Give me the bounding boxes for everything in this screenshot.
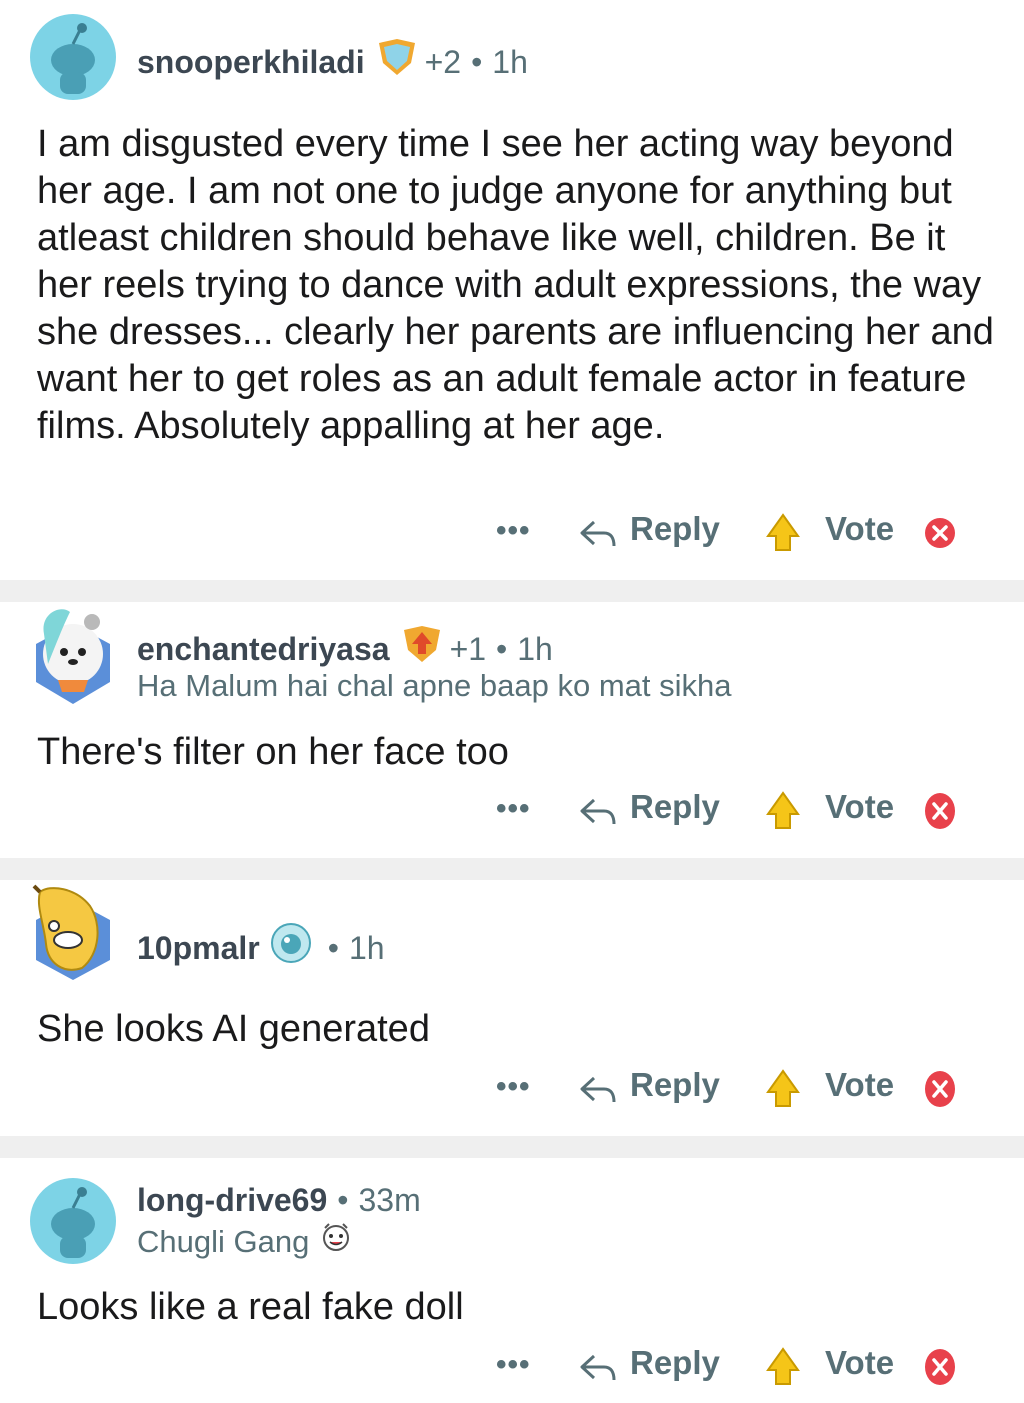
user-flair: Ha Malum hai chal apne baap ko mat sikha [137,668,732,703]
user-flair: Chugli Gang [137,1220,359,1264]
reply-icon[interactable] [578,792,618,832]
upvote-icon[interactable] [762,1346,804,1388]
comment-meta: long-drive69 • 33m [137,1180,421,1220]
cartoon-dog-avatar-icon [36,609,110,704]
username[interactable]: enchantedriyasa [137,629,390,669]
avatar[interactable] [30,884,116,980]
snoo-avatar-icon [30,14,116,100]
comment-body: She looks AI generated [37,1008,430,1050]
more-options-button[interactable]: ••• [496,514,531,548]
comment-body: There's filter on her face too [37,731,509,773]
reply-button[interactable]: Reply [630,510,720,548]
user-flair-text: Chugli Gang [137,1224,310,1259]
snoo-avatar-icon [30,1178,116,1264]
avatar[interactable] [30,1178,116,1264]
separator-dot: • [496,630,508,667]
reply-icon[interactable] [578,514,618,554]
reply-button[interactable]: Reply [630,1344,720,1382]
more-options-button[interactable]: ••• [496,1070,531,1104]
banana-avatar-icon [32,884,110,980]
comment-actions: ••• Reply Vote [0,1064,1024,1114]
reply-icon[interactable] [578,1070,618,1110]
comment-actions: ••• Reply Vote [0,508,1024,558]
separator-dot: • [471,43,483,80]
timestamp: 1h [348,929,385,966]
avatar[interactable] [30,14,116,100]
comment-separator [0,1136,1024,1158]
comment: snooperkhiladi +2 • 1h I am disgusted ev… [0,0,1024,580]
comment-meta: 10pmalr • 1h [137,922,385,973]
score: +1 [449,630,487,667]
downvote-icon[interactable] [922,1068,958,1110]
comment: enchantedriyasa +1 • 1h Ha Malum hai cha… [0,602,1024,858]
comment-actions: ••• Reply Vote [0,786,1024,836]
reply-button[interactable]: Reply [630,788,720,826]
reply-icon[interactable] [578,1348,618,1388]
vote-button[interactable]: Vote [825,1344,894,1382]
more-options-button[interactable]: ••• [496,1348,531,1382]
achievement-badge-icon [270,922,312,973]
comment: 10pmalr • 1h She looks AI generated ••• … [0,880,1024,1136]
achievement-badge-icon [375,37,419,86]
comment-separator [0,858,1024,880]
upvote-icon[interactable] [762,790,804,832]
comment: long-drive69 • 33m Chugli Gang Looks lik… [0,1158,1024,1403]
comment-separator [0,580,1024,602]
timestamp: 1h [492,43,528,80]
vote-button[interactable]: Vote [825,1066,894,1104]
flair-emoji-icon [319,1220,353,1264]
vote-button[interactable]: Vote [825,788,894,826]
downvote-icon[interactable] [922,1346,958,1388]
comment-actions: ••• Reply Vote [0,1342,1024,1392]
downvote-icon[interactable] [922,790,958,832]
score: +2 [424,43,462,80]
username[interactable]: snooperkhiladi [137,42,365,82]
separator-dot: • [327,929,339,966]
timestamp: 33m [358,1182,421,1218]
separator-dot: • [337,1182,349,1218]
upvote-icon[interactable] [762,512,804,554]
timestamp: 1h [517,630,553,667]
comment-meta: snooperkhiladi +2 • 1h [137,37,528,86]
avatar[interactable] [30,604,116,704]
username[interactable]: 10pmalr [137,928,260,968]
comment-body: Looks like a real fake doll [37,1286,464,1328]
username[interactable]: long-drive69 [137,1180,327,1220]
comment-body: I am disgusted every time I see her acti… [37,123,994,447]
vote-button[interactable]: Vote [825,510,894,548]
downvote-icon[interactable] [922,512,958,554]
more-options-button[interactable]: ••• [496,792,531,826]
upvote-icon[interactable] [762,1068,804,1110]
reply-button[interactable]: Reply [630,1066,720,1104]
